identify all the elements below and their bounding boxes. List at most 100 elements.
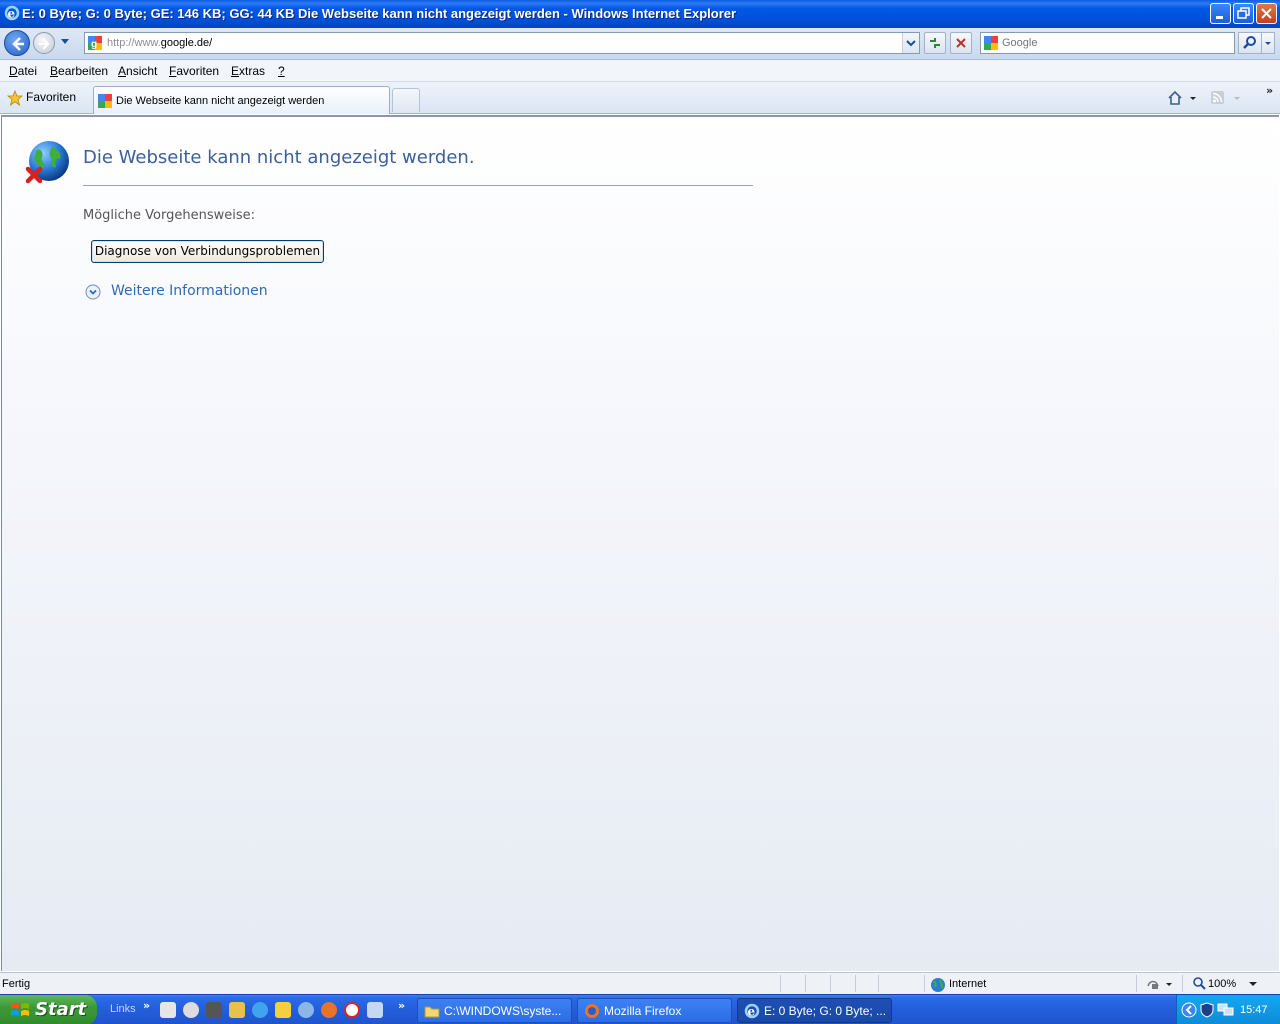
close-button[interactable]: [1256, 3, 1277, 24]
google-favicon: [984, 36, 998, 50]
svg-text:g: g: [91, 39, 97, 50]
refresh-icon: [930, 38, 940, 48]
status-separator: [1136, 975, 1137, 992]
status-separator: [924, 975, 925, 992]
toolbar-overflow-icon[interactable]: »: [1266, 84, 1273, 97]
zoom-dropdown-icon[interactable]: [1248, 981, 1258, 987]
status-separator: [780, 975, 781, 992]
google-favicon: g: [88, 36, 102, 50]
search-icon: [1243, 36, 1256, 49]
start-button[interactable]: Start: [0, 995, 97, 1024]
history-dropdown-icon[interactable]: [60, 38, 70, 46]
status-separator: [830, 975, 831, 992]
chevron-down-icon: [906, 40, 916, 47]
back-button[interactable]: [4, 30, 30, 56]
zoom-control[interactable]: 100%: [1192, 976, 1236, 993]
windows-logo-icon: [11, 1003, 29, 1016]
diagnose-button[interactable]: Diagnose von Verbindungsproblemen: [91, 240, 324, 263]
protected-mode-icon[interactable]: [1146, 977, 1176, 991]
status-separator: [878, 975, 879, 992]
title-bar: e E: 0 Byte; G: 0 Byte; GE: 146 KB; GG: …: [0, 0, 1280, 28]
menu-bar: Datei Bearbeiten Ansicht Favoriten Extra…: [0, 60, 1280, 82]
more-info-link[interactable]: Weitere Informationen: [111, 283, 268, 299]
quicklaunch-firstaid-icon[interactable]: [344, 1002, 360, 1018]
globe-error-icon: [25, 141, 69, 184]
menu-datei[interactable]: Datei: [9, 64, 37, 78]
arrow-left-icon: [12, 37, 24, 51]
quicklaunch-overflow-icon[interactable]: »: [143, 999, 150, 1012]
refresh-button[interactable]: [924, 32, 946, 54]
quicklaunch-ie-icon[interactable]: [252, 1002, 268, 1018]
minimize-icon: [1216, 16, 1223, 19]
forward-button[interactable]: [33, 32, 55, 54]
tab-active[interactable]: Die Webseite kann nicht angezeigt werden: [93, 86, 390, 114]
error-title: Die Webseite kann nicht angezeigt werden…: [83, 147, 475, 168]
shield-icon[interactable]: [1199, 1002, 1215, 1018]
star-icon: [7, 90, 23, 106]
arrow-right-icon: [39, 38, 50, 50]
status-separator: [855, 975, 856, 992]
feeds-button[interactable]: [1210, 89, 1244, 107]
quicklaunch-overflow-icon[interactable]: »: [398, 999, 405, 1012]
quicklaunch-lock-icon[interactable]: [229, 1002, 245, 1018]
quicklaunch-app-icon[interactable]: [160, 1002, 176, 1018]
clock: 15:47: [1240, 1004, 1268, 1016]
subtitle: Mögliche Vorgehensweise:: [83, 208, 256, 223]
quicklaunch-mail-icon[interactable]: [275, 1002, 291, 1018]
menu-help[interactable]: ?: [278, 64, 285, 78]
restore-icon: [1237, 7, 1250, 19]
restore-button[interactable]: [1233, 3, 1254, 24]
divider: [83, 185, 753, 186]
task-explorer[interactable]: C:\WINDOWS\syste...: [417, 998, 572, 1023]
menu-ansicht[interactable]: Ansicht: [118, 64, 157, 78]
svg-text:e: e: [8, 7, 16, 21]
globe-icon: [931, 978, 945, 992]
quicklaunch-media-icon[interactable]: [298, 1002, 314, 1018]
task-internet-explorer[interactable]: e E: 0 Byte; G: 0 Byte; ...: [737, 998, 892, 1023]
tab-label: Die Webseite kann nicht angezeigt werden: [116, 95, 325, 107]
search-box[interactable]: [980, 32, 1235, 54]
home-button[interactable]: [1166, 89, 1200, 107]
system-tray: 15:47: [1176, 995, 1280, 1024]
chevron-down-icon: [1265, 42, 1271, 45]
page-content: Die Webseite kann nicht angezeigt werden…: [1, 115, 1279, 971]
search-input[interactable]: [1002, 35, 1232, 51]
minimize-button[interactable]: [1210, 3, 1231, 24]
navigation-bar: g http://www.google.de/: [0, 28, 1280, 60]
address-bar[interactable]: g http://www.google.de/: [84, 32, 920, 54]
svg-text:e: e: [748, 1005, 756, 1019]
menu-bearbeiten[interactable]: Bearbeiten: [50, 64, 108, 78]
ie-icon: e: [4, 5, 20, 21]
rss-icon: [1211, 91, 1240, 104]
stop-icon: [956, 38, 966, 48]
quicklaunch-film-icon[interactable]: [206, 1002, 222, 1018]
stop-button[interactable]: [950, 32, 972, 54]
status-text: Fertig: [2, 978, 31, 990]
search-options-button[interactable]: [1262, 32, 1275, 54]
tab-bar: Favoriten Die Webseite kann nicht angeze…: [0, 82, 1280, 114]
expand-down-icon[interactable]: [85, 284, 101, 300]
search-button[interactable]: [1238, 32, 1262, 54]
network-icon[interactable]: [1217, 1002, 1235, 1018]
new-tab-button[interactable]: [392, 88, 420, 112]
ie-icon: e: [744, 1003, 760, 1019]
status-bar: Fertig Internet 100%: [0, 972, 1280, 994]
zoom-icon: [1193, 977, 1206, 990]
google-favicon: [98, 94, 112, 108]
tray-expand-icon[interactable]: [1181, 1002, 1197, 1018]
close-icon: [1261, 8, 1272, 19]
quicklaunch-links-label: Links: [110, 1003, 136, 1015]
address-url[interactable]: http://www.google.de/: [107, 37, 212, 49]
firefox-icon: [585, 1004, 599, 1018]
quicklaunch-trash-icon[interactable]: [367, 1002, 383, 1018]
menu-favoriten[interactable]: Favoriten: [169, 64, 219, 78]
menu-extras[interactable]: Extras: [231, 64, 265, 78]
task-firefox[interactable]: Mozilla Firefox: [577, 998, 732, 1023]
quicklaunch-panda-icon[interactable]: [183, 1002, 199, 1018]
window-title: E: 0 Byte; G: 0 Byte; GE: 146 KB; GG: 44…: [22, 6, 737, 21]
quicklaunch-firefox-icon[interactable]: [321, 1002, 337, 1018]
status-separator: [1182, 975, 1183, 992]
folder-icon: [424, 1006, 440, 1018]
address-dropdown-button[interactable]: [902, 33, 919, 53]
status-separator: [805, 975, 806, 992]
